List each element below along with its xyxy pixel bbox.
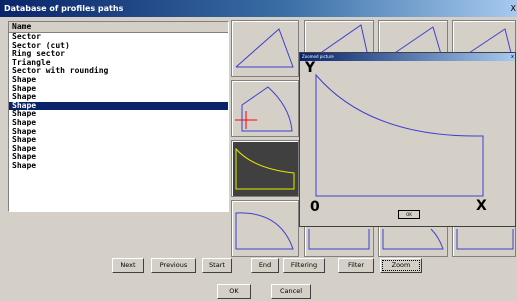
list-item[interactable]: Shape: [9, 127, 228, 137]
zoomed-title-bar: Zoomed picture x: [300, 53, 515, 61]
zoomed-close-icon[interactable]: x: [511, 53, 514, 61]
list-item[interactable]: Shape: [9, 161, 228, 171]
profiles-list[interactable]: Name Sector Sector (cut) Ring sector Triang…: [8, 21, 229, 212]
origin-label: 0: [310, 199, 320, 215]
sector-shape-icon: [235, 28, 294, 68]
x-axis-label: X: [476, 198, 487, 214]
list-item[interactable]: Shape: [9, 101, 228, 111]
zoomed-picture-window: Zoomed picture x Y 0 X OK: [299, 52, 516, 227]
list-item[interactable]: Shape: [9, 118, 228, 128]
list-item[interactable]: Shape: [9, 93, 228, 102]
list-item[interactable]: Shape: [9, 144, 228, 154]
title-bar: Database of profiles paths X: [0, 0, 517, 17]
list-items: Sector Sector (cut) Ring sector Triangle Sec…: [9, 32, 228, 171]
profiles-database-window: Database of profiles paths X Name Sector…: [0, 0, 517, 301]
shape-selected-icon: [235, 147, 295, 190]
end-button[interactable]: End: [251, 258, 279, 273]
profile-thumb-sector[interactable]: [231, 20, 299, 77]
list-item[interactable]: Shape: [9, 110, 228, 119]
profile-thumb-sector-cut[interactable]: [231, 80, 299, 137]
window-title: Database of profiles paths: [4, 4, 124, 13]
zoomed-profile-curve: [315, 73, 484, 197]
cancel-button[interactable]: Cancel: [271, 284, 311, 299]
filter-button[interactable]: Filter: [338, 258, 374, 273]
list-item[interactable]: Sector with rounding: [9, 67, 228, 76]
zoomed-title: Zoomed picture: [302, 54, 334, 59]
list-item[interactable]: Shape: [9, 75, 228, 85]
zoomed-ok-button[interactable]: OK: [398, 210, 420, 219]
ok-button[interactable]: OK: [217, 284, 251, 299]
list-item[interactable]: Shape: [9, 153, 228, 162]
list-item[interactable]: Shape: [9, 136, 228, 145]
profile-thumb-shape-a[interactable]: [231, 200, 299, 257]
list-item[interactable]: Shape: [9, 84, 228, 94]
profile-thumb-shape-selected[interactable]: [231, 140, 299, 197]
shape-a-icon: [235, 212, 294, 250]
previous-button[interactable]: Previous: [151, 258, 196, 273]
filtering-button[interactable]: Filtering: [283, 258, 325, 273]
start-button[interactable]: Start: [202, 258, 232, 273]
next-button[interactable]: Next: [112, 258, 144, 273]
list-header-name[interactable]: Name: [9, 22, 228, 33]
sector-cut-shape-icon: [235, 86, 293, 132]
close-icon[interactable]: X: [511, 0, 516, 17]
zoom-button[interactable]: Zoom: [380, 258, 422, 273]
